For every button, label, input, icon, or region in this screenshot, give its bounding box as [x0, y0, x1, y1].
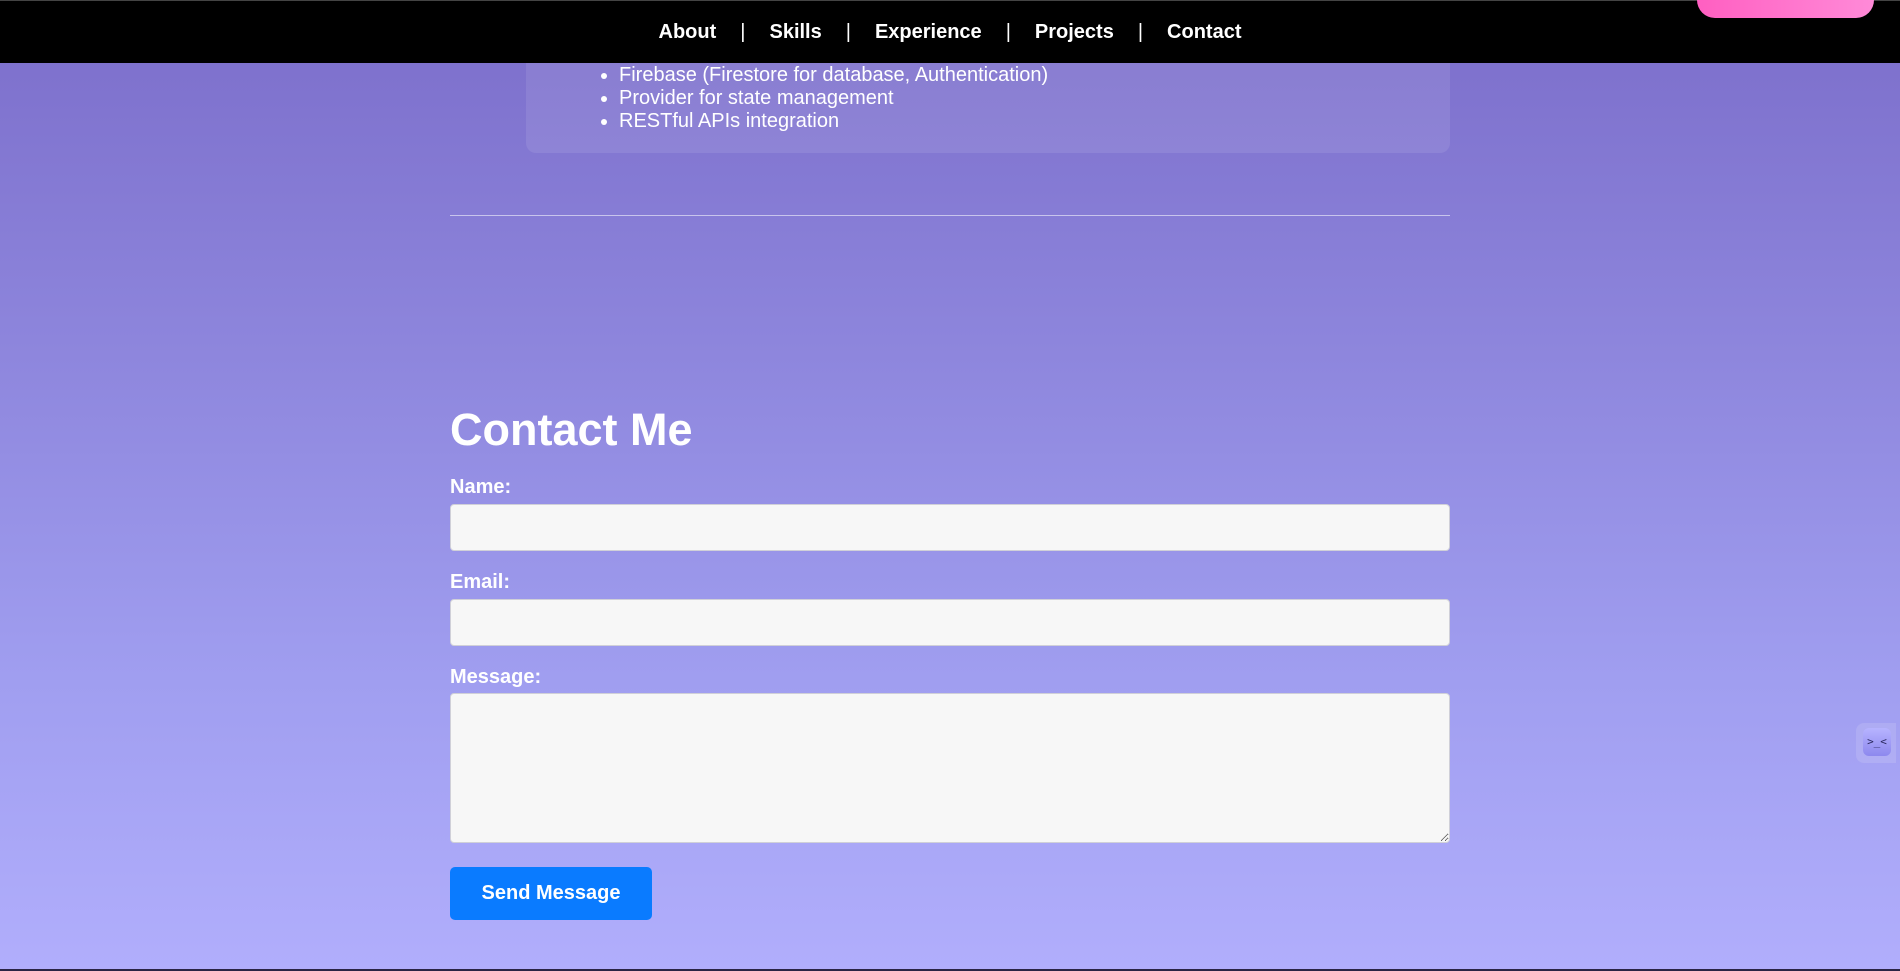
nav-separator: |	[740, 20, 746, 43]
nav-links: About | Skills | Experience | Projects |…	[659, 21, 1242, 44]
nav-link-about[interactable]: About	[659, 21, 717, 44]
nav-separator: |	[1137, 20, 1144, 43]
assistant-face-icon: >_<	[1863, 728, 1891, 756]
assistant-widget[interactable]: >_<	[1856, 723, 1896, 763]
nav-separator: |	[845, 20, 851, 43]
skills-list: Firebase (Firestore for database, Authen…	[594, 64, 1048, 133]
email-field[interactable]	[450, 599, 1450, 646]
list-item: Provider for state management	[619, 87, 1048, 110]
theme-toggle-button[interactable]	[1697, 0, 1874, 18]
message-field[interactable]	[450, 693, 1450, 843]
nav-link-projects[interactable]: Projects	[1035, 21, 1114, 44]
nav-separator: |	[1005, 20, 1011, 43]
message-label: Message:	[450, 666, 542, 688]
contact-title: Contact Me	[450, 404, 693, 455]
nav-link-skills[interactable]: Skills	[769, 21, 821, 44]
name-field[interactable]	[450, 504, 1450, 551]
email-label: Email:	[450, 571, 511, 593]
top-navbar: About | Skills | Experience | Projects |…	[0, 0, 1900, 63]
nav-link-experience[interactable]: Experience	[875, 21, 982, 44]
list-item: Firebase (Firestore for database, Authen…	[619, 64, 1048, 87]
section-divider	[450, 215, 1450, 216]
nav-link-contact[interactable]: Contact	[1167, 21, 1241, 44]
send-message-button[interactable]: Send Message	[450, 867, 652, 920]
list-item: RESTful APIs integration	[619, 110, 1048, 133]
name-label: Name:	[450, 476, 512, 498]
